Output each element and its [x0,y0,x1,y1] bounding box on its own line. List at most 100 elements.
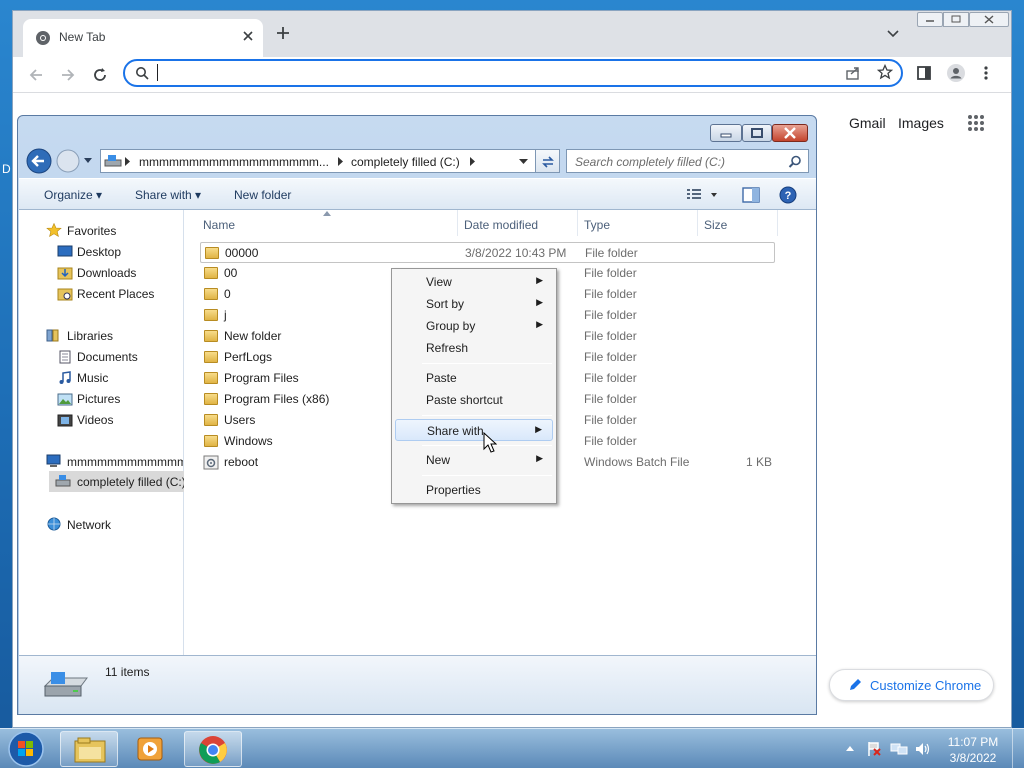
menu-item-properties[interactable]: Properties [395,479,553,501]
volume-icon[interactable] [914,741,932,757]
images-link[interactable]: Images [898,115,944,131]
menu-separator [422,363,552,364]
folder-icon [205,247,219,259]
share-icon[interactable] [845,65,861,81]
action-center-icon[interactable] [866,741,882,757]
organize-button[interactable]: Organize ▾ [44,188,102,202]
share-with-button[interactable]: Share with ▾ [135,188,201,202]
restore-icon[interactable] [943,12,969,27]
nav-music[interactable]: Music [77,371,108,385]
side-panel-icon[interactable] [916,65,932,81]
recent-pages-chevron-icon[interactable] [83,157,93,165]
column-separator[interactable] [577,210,578,236]
menu-item-label: View [426,275,452,289]
back-icon[interactable] [27,66,45,84]
taskbar-media-player-button[interactable] [122,731,180,767]
explorer-maximize-button[interactable] [742,124,772,142]
forward-icon[interactable] [59,66,77,84]
menu-item-refresh[interactable]: Refresh [395,337,553,359]
file-size: 1 KB [746,455,773,469]
address-bar[interactable]: mmmmmmmmmmmmmmmmmm... completely filled … [100,149,536,173]
reload-icon[interactable] [91,66,109,84]
nav-computer[interactable]: mmmmmmmmmmmmmmmmmm [67,455,183,469]
new-folder-button[interactable]: New folder [234,188,291,202]
column-separator[interactable] [457,210,458,236]
table-row[interactable]: 00000 3/8/2022 10:43 PM File folder [200,242,775,263]
close-window-icon[interactable] [969,12,1009,27]
recent-places-icon [57,287,73,301]
show-hidden-icons-icon[interactable] [845,744,855,752]
breadcrumb-computer[interactable]: mmmmmmmmmmmmmmmmmm... [139,155,329,169]
customize-chrome-button[interactable]: Customize Chrome [829,669,994,701]
view-options-icon[interactable] [687,188,721,202]
chevron-down-icon[interactable] [887,29,899,39]
column-header-date[interactable]: Date modified [464,218,538,232]
system-clock[interactable]: 11:07 PM 3/8/2022 [938,734,1008,766]
nav-documents[interactable]: Documents [77,350,138,364]
chrome-icon [35,30,51,46]
explorer-minimize-button[interactable] [710,124,742,142]
nav-pictures[interactable]: Pictures [77,392,120,406]
apps-grid-icon[interactable] [967,114,985,132]
start-button[interactable] [6,729,46,768]
menu-item-sort-by[interactable]: Sort by ▶ [395,293,553,315]
column-separator[interactable] [697,210,698,236]
refresh-icon [540,154,556,170]
profile-icon[interactable] [946,63,966,83]
file-name: New folder [224,329,282,343]
search-input[interactable]: Search completely filled (C:) [566,149,809,173]
search-icon [135,66,149,80]
browser-toolbar [13,57,1011,93]
menu-icon[interactable] [983,65,989,81]
nav-favorites[interactable]: Favorites [67,224,116,238]
videos-icon [57,413,73,427]
close-icon[interactable] [241,29,255,43]
folder-icon [204,309,218,321]
breadcrumb-drive[interactable]: completely filled (C:) [351,155,460,169]
column-header-type[interactable]: Type [584,218,610,232]
minimize-icon[interactable] [917,12,943,27]
menu-item-paste-shortcut[interactable]: Paste shortcut [395,389,553,411]
plus-icon[interactable] [275,25,291,41]
menu-item-new[interactable]: New ▶ [395,449,553,471]
batch-file-icon [203,455,219,470]
forward-icon[interactable] [56,149,80,173]
help-icon[interactable]: ? [779,186,797,204]
file-name: j [224,308,227,322]
preview-pane-icon[interactable] [742,187,760,203]
file-type: File folder [584,392,637,406]
nav-videos[interactable]: Videos [77,413,113,427]
column-separator[interactable] [777,210,778,236]
taskbar-chrome-button[interactable] [184,731,242,767]
taskbar-explorer-button[interactable] [60,731,118,767]
search-icon [788,155,802,169]
computer-icon [46,454,62,468]
network-icon[interactable] [890,741,908,757]
menu-item-view[interactable]: View ▶ [395,271,553,293]
address-dropdown-icon[interactable] [519,159,528,165]
menu-item-group-by[interactable]: Group by ▶ [395,315,553,337]
file-type: File folder [584,308,637,322]
menu-item-paste[interactable]: Paste [395,367,553,389]
nav-network[interactable]: Network [67,518,111,532]
tab-new-tab[interactable]: New Tab [23,19,263,57]
column-header-size[interactable]: Size [704,218,727,232]
search-placeholder: Search completely filled (C:) [575,155,726,169]
gmail-link[interactable]: Gmail [849,115,886,131]
show-desktop-button[interactable] [1012,729,1024,768]
refresh-button[interactable] [536,149,560,173]
star-icon[interactable] [877,64,893,80]
column-header-name[interactable]: Name [203,218,235,232]
nav-recent-places[interactable]: Recent Places [77,287,154,301]
nav-libraries[interactable]: Libraries [67,329,113,343]
nav-desktop[interactable]: Desktop [77,245,121,259]
explorer-close-button[interactable] [772,124,808,142]
folder-icon [204,351,218,363]
omnibox[interactable] [123,59,903,87]
file-name: Program Files (x86) [224,392,330,406]
drive-icon [55,474,71,488]
nav-downloads[interactable]: Downloads [77,266,136,280]
menu-item-share-with[interactable]: Share with ▶ [395,419,553,441]
nav-drive-selected[interactable]: completely filled (C:) [49,471,184,492]
back-icon[interactable] [26,148,52,174]
